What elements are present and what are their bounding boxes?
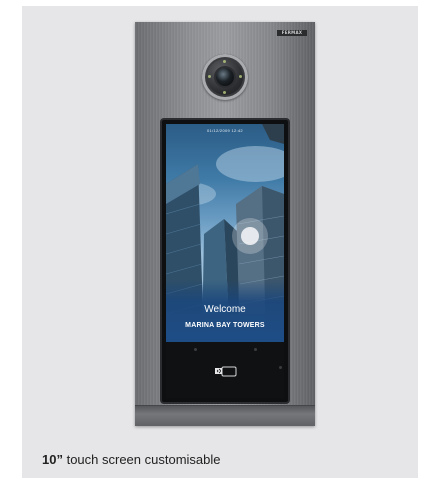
welcome-text: Welcome (204, 304, 246, 315)
building-name: MARINA BAY TOWERS (185, 322, 265, 329)
intercom-panel: FERMAX 01/12/2009 12:42 Welcome MARINA B… (135, 22, 315, 426)
camera-lens (216, 68, 234, 86)
ir-led (239, 75, 242, 78)
ir-led (223, 60, 226, 63)
camera-icon (202, 54, 248, 100)
screen-bottom-bar (166, 342, 284, 398)
indicator-dot (254, 348, 257, 351)
caption-text: touch screen customisable (62, 452, 221, 467)
indicator-dot (279, 366, 282, 369)
ir-led (208, 75, 211, 78)
brand-label: FERMAX (277, 30, 307, 36)
image-caption: 10” touch screen customisable (42, 452, 221, 467)
contactless-card-icon[interactable] (212, 364, 240, 378)
ir-led (223, 91, 226, 94)
caption-size: 10” (42, 452, 63, 467)
panel-base (135, 405, 315, 426)
screen-display[interactable]: 01/12/2009 12:42 Welcome MARINA BAY TOWE… (166, 124, 284, 342)
touch-screen[interactable]: 01/12/2009 12:42 Welcome MARINA BAY TOWE… (162, 120, 288, 402)
datetime-display: 01/12/2009 12:42 (207, 128, 243, 133)
indicator-dot (194, 348, 197, 351)
